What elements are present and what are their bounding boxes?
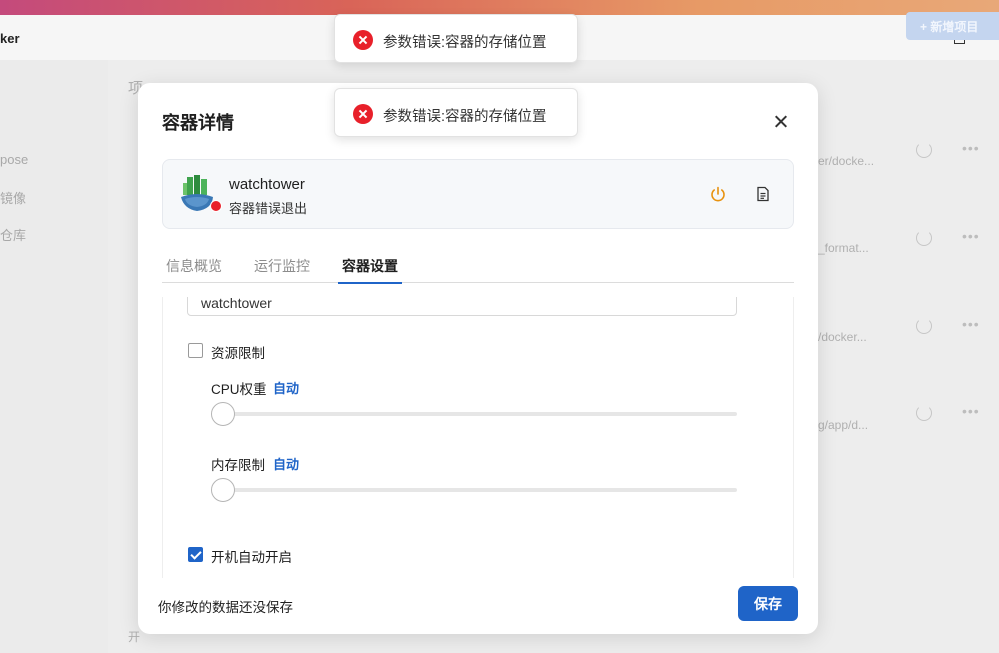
bottom-fragment: 开 bbox=[128, 630, 141, 644]
container-status: 容器错误退出 bbox=[229, 201, 308, 216]
power-icon[interactable] bbox=[916, 142, 932, 158]
container-name-input[interactable] bbox=[187, 297, 737, 316]
cpu-weight-slider-handle[interactable] bbox=[211, 402, 235, 426]
memory-limit-slider-handle[interactable] bbox=[211, 478, 235, 502]
desktop-strip bbox=[0, 0, 999, 15]
memory-limit-label: 内存限制 bbox=[211, 458, 265, 473]
tab-bar: 信息概览 运行监控 容器设置 bbox=[162, 253, 794, 284]
cpu-weight-slider[interactable] bbox=[212, 412, 737, 416]
memory-limit-slider[interactable] bbox=[212, 488, 737, 492]
container-details-dialog: 容器详情 watchtower 容器错误退出 信息概览 运行监控 容器设置 wa… bbox=[138, 83, 818, 634]
memory-limit-value: 自动 bbox=[273, 457, 300, 472]
container-card: watchtower 容器错误退出 bbox=[162, 159, 794, 229]
cpu-weight-value: 自动 bbox=[273, 381, 300, 396]
dialog-title: 容器详情 bbox=[162, 113, 234, 133]
error-icon bbox=[353, 104, 373, 124]
row-path: _format... bbox=[818, 241, 869, 255]
watchtower-logo-icon bbox=[181, 175, 213, 211]
power-icon[interactable] bbox=[916, 318, 932, 334]
row-path: /docker... bbox=[818, 330, 867, 344]
more-icon[interactable]: ••• bbox=[962, 316, 980, 332]
more-icon[interactable]: ••• bbox=[962, 140, 980, 156]
cpu-weight-label: CPU权重 bbox=[211, 382, 267, 397]
autostart-checkbox[interactable] bbox=[188, 547, 203, 562]
tab-settings[interactable]: 容器设置 bbox=[338, 256, 402, 284]
error-status-dot bbox=[210, 200, 222, 212]
sidebar-item-images[interactable]: 镜像 bbox=[0, 188, 26, 207]
close-icon[interactable] bbox=[771, 112, 791, 132]
container-name: watchtower bbox=[229, 176, 305, 193]
resource-limit-checkbox[interactable] bbox=[188, 343, 203, 358]
tab-monitoring[interactable]: 运行监控 bbox=[254, 256, 310, 283]
sidebar: pose 镜像 仓库 bbox=[0, 60, 100, 653]
more-icon[interactable]: ••• bbox=[962, 228, 980, 244]
add-project-button[interactable]: + 新增项目 bbox=[906, 12, 999, 40]
toast-message: 参数错误:容器的存储位置 bbox=[383, 109, 547, 125]
settings-panel: 资源限制 CPU权重 自动 内存限制 自动 开机自动开启 bbox=[162, 297, 794, 578]
resource-limit-label: 资源限制 bbox=[211, 346, 265, 361]
toast-message: 参数错误:容器的存储位置 bbox=[383, 35, 547, 51]
sidebar-item-compose[interactable]: pose bbox=[0, 152, 28, 167]
log-file-icon[interactable] bbox=[755, 186, 771, 202]
unsaved-notice: 你修改的数据还没保存 bbox=[158, 600, 293, 615]
power-icon[interactable] bbox=[916, 230, 932, 246]
more-icon[interactable]: ••• bbox=[962, 403, 980, 419]
save-button[interactable]: 保存 bbox=[738, 586, 798, 621]
tab-overview[interactable]: 信息概览 bbox=[166, 256, 222, 283]
error-toast: 参数错误:容器的存储位置 bbox=[334, 88, 578, 137]
power-icon[interactable] bbox=[710, 186, 726, 202]
app-title: ker bbox=[0, 31, 20, 46]
sidebar-item-registry[interactable]: 仓库 bbox=[0, 225, 26, 244]
error-icon bbox=[353, 30, 373, 50]
row-path: er/docke... bbox=[818, 154, 875, 168]
autostart-label: 开机自动开启 bbox=[211, 550, 292, 565]
row-path: g/app/d... bbox=[818, 418, 869, 432]
power-icon[interactable] bbox=[916, 405, 932, 421]
error-toast: 参数错误:容器的存储位置 bbox=[334, 14, 578, 63]
